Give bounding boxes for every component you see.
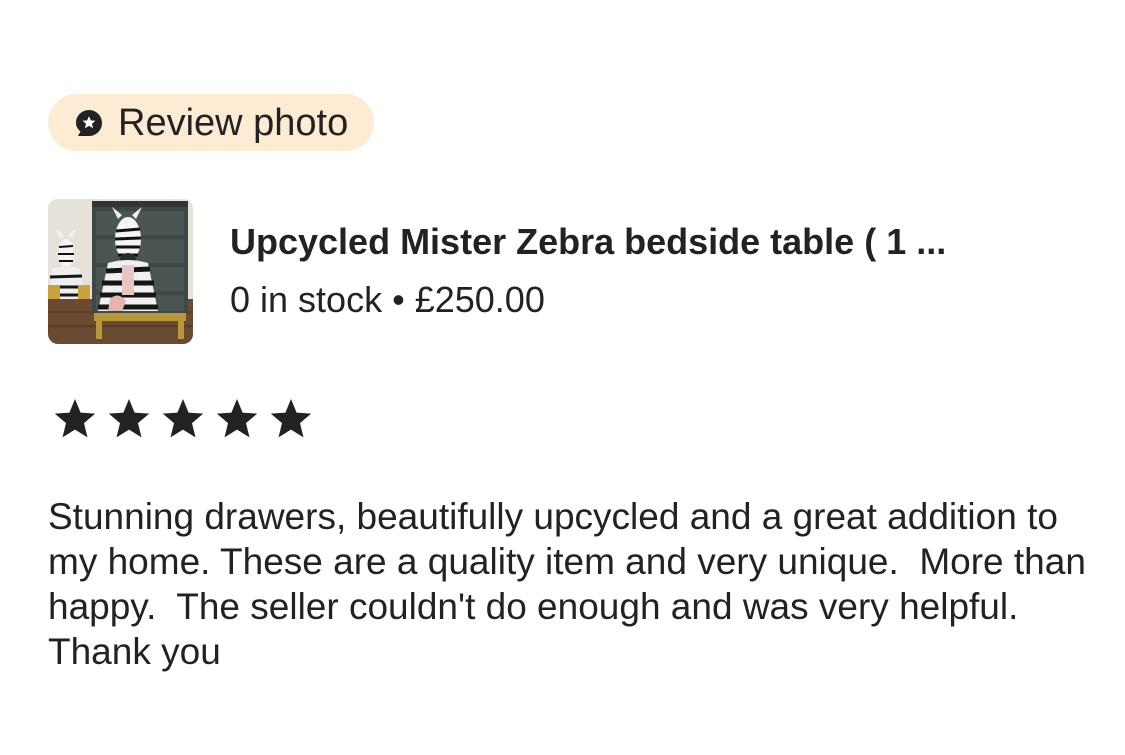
star-icon: [270, 399, 312, 438]
star-icon: [108, 399, 150, 438]
listing-meta: 0 in stock • £250.00: [230, 279, 545, 321]
badge-label: Review photo: [118, 101, 349, 144]
review-photo-badge: Review photo: [48, 94, 375, 151]
star-icon: [162, 399, 204, 438]
star-icon: [216, 399, 258, 438]
listing-thumbnail[interactable]: [48, 199, 193, 344]
listing-title[interactable]: Upcycled Mister Zebra bedside table ( 1 …: [230, 221, 1020, 263]
zebra-drawers-thumbnail: [48, 199, 193, 344]
listing-card[interactable]: Upcycled Mister Zebra bedside table ( 1 …: [48, 199, 1078, 344]
review-text: Stunning drawers, beautifully upcycled a…: [48, 496, 1097, 672]
star-rating: [50, 394, 316, 444]
star-badge-icon: [76, 109, 102, 136]
listing-price: £250.00: [414, 279, 545, 320]
star-icon: [54, 399, 96, 438]
meta-separator: •: [392, 279, 405, 320]
stock-status: 0 in stock: [230, 279, 383, 320]
